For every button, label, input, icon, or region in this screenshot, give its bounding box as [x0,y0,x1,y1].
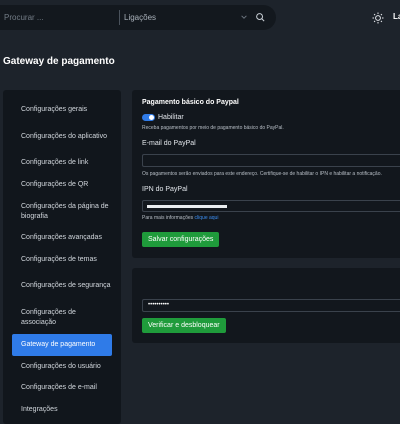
search-bar: Ligações [0,5,276,30]
license-unlock-card: •••••••••• Verificar e desbloquear [132,268,400,343]
sidebar-item-integrations[interactable]: Integrações [12,404,112,416]
settings-sidebar: Configurações gerais Configurações do ap… [3,90,121,424]
search-divider [119,10,120,25]
sidebar-item-bio[interactable]: Configurações da página de biografia [12,201,112,223]
sidebar-item-security[interactable]: Configurações de segurança [12,275,112,297]
paypal-enable-label: Habilitar [158,114,184,121]
sidebar-item-payment-gateway[interactable]: Gateway de pagamento [12,334,112,356]
search-input[interactable] [0,5,116,30]
paypal-ipn-help: Para mais informações clique aqui [142,215,219,221]
paypal-description: Receba pagamentos por meio de pagamento … [142,125,284,131]
license-key-field[interactable]: •••••••••• [142,299,400,312]
save-settings-button[interactable]: Salvar configurações [142,232,220,247]
sidebar-item-general[interactable]: Configurações gerais [12,104,112,116]
sidebar-item-themes[interactable]: Configurações de temas [12,254,112,266]
sidebar-item-qr[interactable]: Configurações de QR [12,179,112,191]
paypal-enable-toggle[interactable] [142,114,155,121]
paypal-ipn-field[interactable] [142,200,400,212]
sidebar-item-email[interactable]: Configurações de e-mail [12,382,112,394]
search-filter-select[interactable]: Ligações [124,5,156,30]
paypal-email-label: E-mail do PayPal [142,140,196,147]
paypal-email-help: Os pagamentos serão enviados para este e… [142,171,382,177]
ipn-help-link[interactable]: clique aqui [195,215,219,221]
ipn-url-redacted [147,205,227,208]
paypal-section-title: Pagamento básico do Paypal [142,99,239,106]
sidebar-item-app[interactable]: Configurações do aplicativo [12,126,112,148]
page-title: Gateway de pagamento [3,56,115,67]
sidebar-item-user[interactable]: Configurações do usuário [12,361,112,373]
sidebar-item-link[interactable]: Configurações de link [12,157,112,169]
paypal-settings-card: Pagamento básico do Paypal Habilitar Rec… [132,90,400,258]
sidebar-item-advanced[interactable]: Configurações avançadas [12,232,112,244]
chevron-down-icon[interactable] [240,13,248,21]
paypal-ipn-label: IPN do PayPal [142,186,188,193]
search-icon[interactable] [255,12,266,23]
sun-icon[interactable] [372,12,384,24]
sidebar-item-membership[interactable]: Configurações de associação [12,307,112,329]
paypal-email-field[interactable] [142,154,400,167]
user-menu[interactable]: La [393,12,400,21]
verify-unlock-button[interactable]: Verificar e desbloquear [142,318,226,333]
search-filter-value: Ligações [124,13,157,22]
